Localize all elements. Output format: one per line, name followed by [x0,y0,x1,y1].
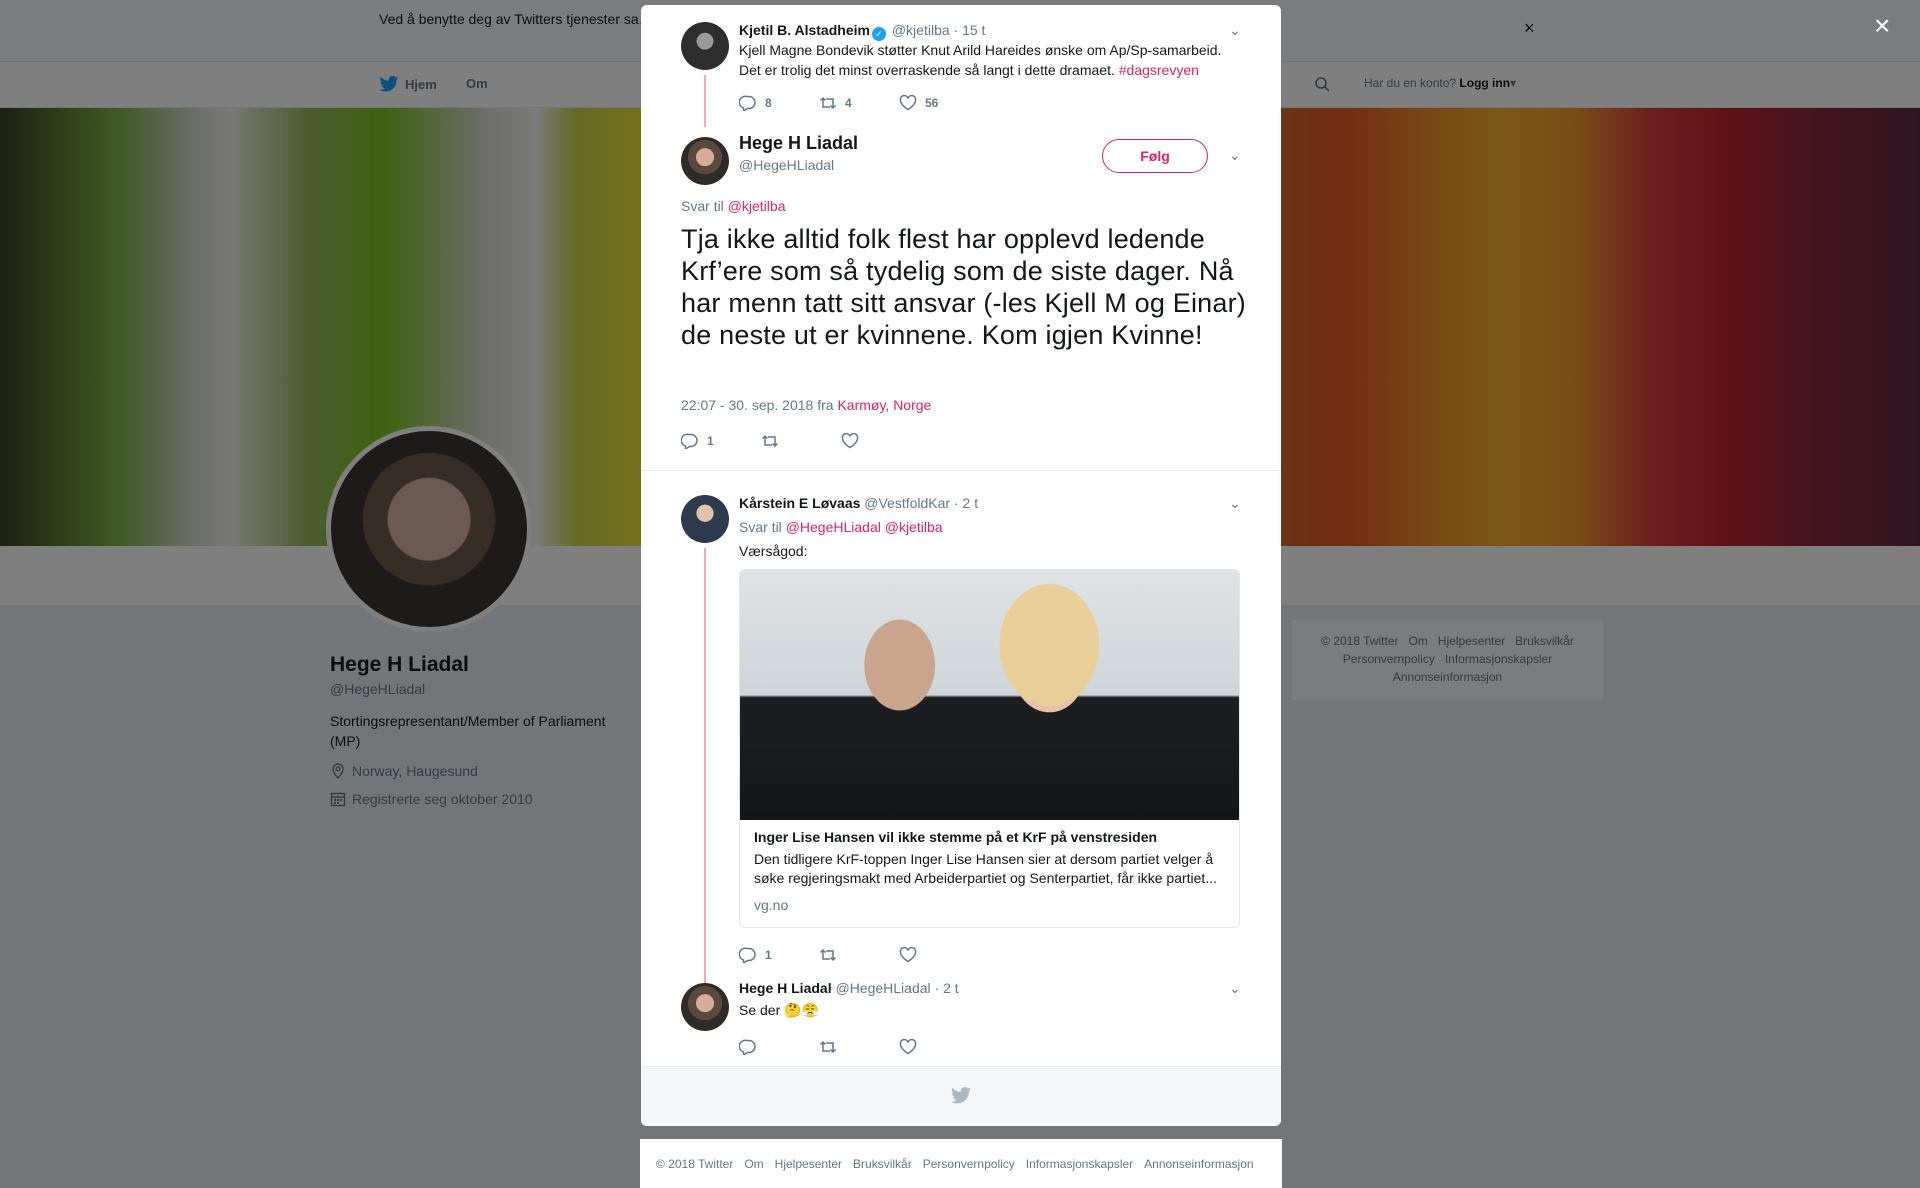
retweet-count: 4 [845,96,852,110]
author-name[interactable]: Kårstein E Løvaas [739,495,860,511]
retweet-button[interactable] [819,947,899,963]
retweet-button[interactable] [761,433,841,449]
author-name[interactable]: Hege H Liadal [739,133,858,154]
avatar[interactable] [681,137,729,185]
like-button[interactable] [841,433,921,449]
retweet-button[interactable]: 4 [819,95,899,111]
reply-button[interactable]: 1 [681,433,761,449]
chevron-down-icon[interactable]: ⌄ [1229,22,1241,39]
footer-link[interactable]: Informasjonskapsler [1026,1157,1133,1171]
like-icon [841,433,859,449]
chevron-down-icon[interactable]: ⌄ [1229,980,1241,997]
chevron-down-icon[interactable]: ⌄ [1229,147,1241,164]
avatar[interactable] [681,22,729,70]
like-icon [899,1039,917,1055]
tweet-header: Kjetil B. Alstadheim ✓ @kjetilba · 15 t [739,22,985,41]
tweet-text: Se der 🤔😤 [739,1002,820,1018]
retweet-icon [761,434,779,448]
author-handle[interactable]: @kjetilba [892,22,950,38]
author-handle[interactable]: @HegeHLiadal [835,980,930,996]
verified-icon: ✓ [871,27,886,41]
reply-count: 1 [707,434,714,448]
thread-line [704,75,706,127]
avatar[interactable] [681,495,729,543]
author-name[interactable]: Kjetil B. Alstadheim [739,22,870,38]
tweet-time[interactable]: · 2 t [935,980,959,996]
reply-count: 1 [765,948,772,962]
tweet-modal: Kjetil B. Alstadheim ✓ @kjetilba · 15 t ⌄… [641,5,1281,1126]
reply-to-users[interactable]: @HegeHLiadal @kjetilba [786,519,943,535]
tweet-text: Kjell Magne Bondevik støtter Knut Arild … [739,40,1239,80]
link-card[interactable]: Inger Lise Hansen vil ikke stemme på et … [739,569,1240,928]
card-image [740,570,1239,820]
divider [641,470,1281,471]
card-title: Inger Lise Hansen vil ikke stemme på et … [754,829,1158,845]
footer-link[interactable]: Bruksvilkår [853,1157,912,1171]
author-handle[interactable]: @VestfoldKar [864,495,950,511]
reply-icon [739,1039,756,1055]
tweet-text: Værsågod: [739,543,808,559]
reply-to-label: Svar til [739,519,782,535]
author-handle[interactable]: @HegeHLiadal [739,157,834,173]
footer-link[interactable]: © 2018 Twitter [656,1157,733,1171]
like-count: 56 [925,96,939,110]
footer-link[interactable]: Hjelpesenter [775,1157,842,1171]
reply-icon [739,947,756,963]
modal-footer [641,1066,1281,1126]
tweet-timestamp: 22:07 - 30. sep. 2018 fra Karmøy, Norge [681,397,931,413]
footer-link[interactable]: Annonseinformasjon [1144,1157,1253,1171]
close-icon[interactable]: × [1874,12,1890,40]
like-icon [899,95,917,111]
tweet-actions: 8 4 56 [739,95,979,111]
card-description: Den tidligere KrF-toppen Inger Lise Hans… [754,851,1217,886]
tweet-time[interactable]: · 15 t [954,22,986,38]
reply-button[interactable]: 8 [739,95,819,111]
avatar[interactable] [681,983,729,1031]
reply-button[interactable] [739,1039,819,1055]
tweet-actions: 1 [681,433,921,449]
reply-to-user[interactable]: @kjetilba [728,198,786,214]
reply-icon [739,95,756,111]
tweet-time[interactable]: · 2 t [954,495,978,511]
tweet-header: Kårstein E Løvaas @VestfoldKar · 2 t [739,495,978,511]
main-tweet-text: Tja ikke alltid folk flest har opplevd l… [681,224,1247,350]
reply-button[interactable]: 1 [739,947,819,963]
chevron-down-icon[interactable]: ⌄ [1229,495,1241,512]
reply-count: 8 [765,96,772,110]
footer-link[interactable]: Om [744,1157,763,1171]
footer-link[interactable]: Personvernpolicy [923,1157,1015,1171]
tweet-actions: 1 [739,947,979,963]
reply-icon [681,433,698,449]
reply-to-label: Svar til [681,198,724,214]
like-button[interactable] [899,947,979,963]
like-button[interactable]: 56 [899,95,979,111]
retweet-button[interactable] [819,1039,899,1055]
retweet-icon [819,96,837,110]
card-domain: vg.no [754,897,789,913]
follow-button[interactable]: Følg [1102,139,1208,173]
reply-context: Svar til @kjetilba [681,198,785,214]
thread-line [704,548,706,985]
tweet-actions [739,1039,979,1055]
place-link[interactable]: Karmøy, Norge [837,397,931,413]
like-button[interactable] [899,1039,979,1055]
retweet-icon [819,948,837,962]
tweet-header: Hege H Liadal @HegeHLiadal · 2 t [739,980,959,996]
hashtag-link[interactable]: #dagsrevyen [1119,62,1199,78]
twitter-bird-icon [951,1087,971,1104]
reply-context: Svar til @HegeHLiadal @kjetilba [739,517,1239,537]
timestamp-text[interactable]: 22:07 - 30. sep. 2018 fra [681,397,834,413]
author-name[interactable]: Hege H Liadal [739,980,832,996]
retweet-icon [819,1040,837,1054]
bottom-footer: © 2018 Twitter Om Hjelpesenter Bruksvilk… [640,1139,1282,1188]
like-icon [899,947,917,963]
